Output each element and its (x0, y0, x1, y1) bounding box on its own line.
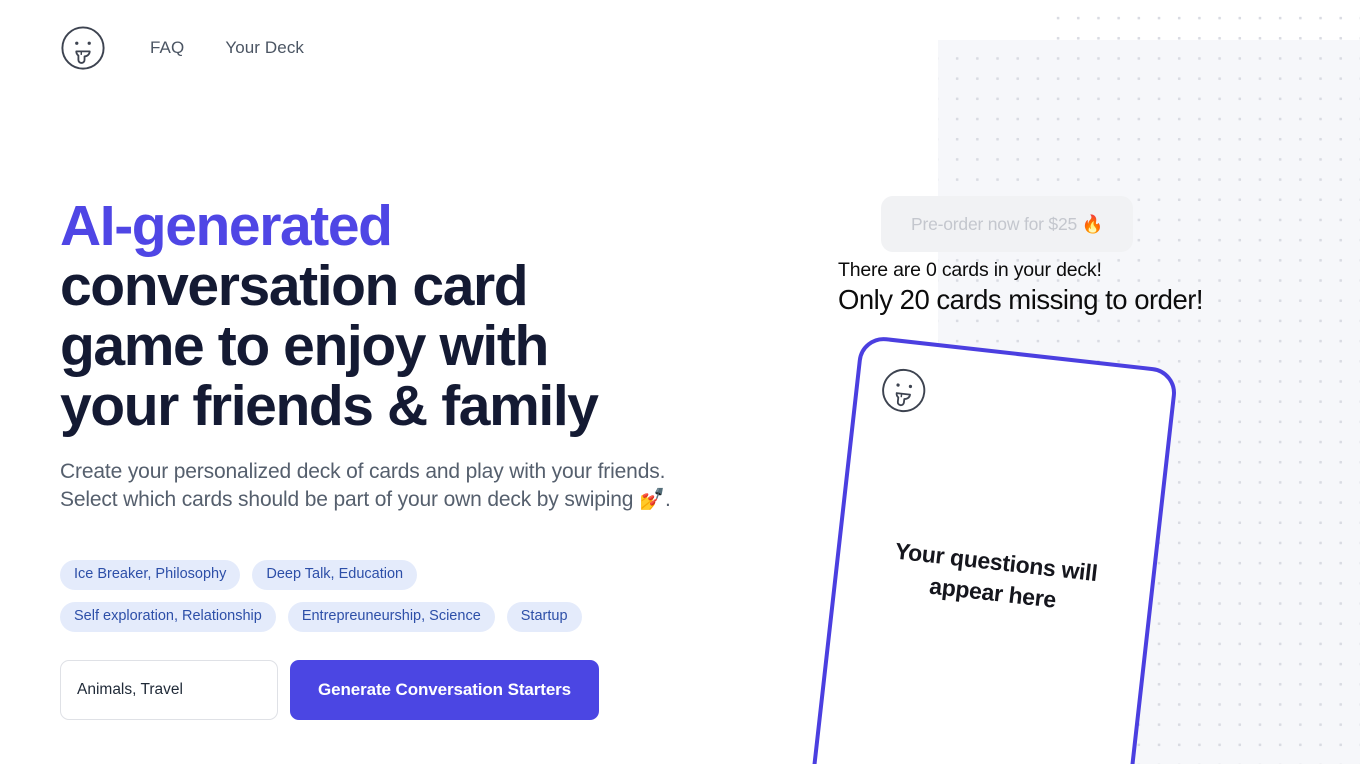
deck-cards-missing-text: Only 20 cards missing to order! (838, 284, 1204, 315)
generator-row: Generate Conversation Starters (60, 660, 680, 720)
main-navigation: FAQ Your Deck (150, 38, 304, 58)
topic-tag[interactable]: Startup (506, 602, 582, 632)
preview-card[interactable]: Your questions will appear here (798, 334, 1179, 764)
headline-rest-text: conversation card game to enjoy with you… (60, 254, 599, 438)
hero-section: AI-generated conversation card game to e… (60, 196, 680, 720)
subhead-line-2: Select which cards should be part of you… (60, 488, 671, 511)
deck-status-section: Pre-order now for $25 🔥 There are 0 card… (838, 196, 1360, 317)
smiley-tongue-icon-top (882, 368, 926, 413)
headline-accent-text: AI-generated (60, 194, 393, 258)
page-title: AI-generated conversation card game to e… (60, 196, 680, 436)
preorder-button[interactable]: Pre-order now for $25 🔥 (881, 196, 1134, 252)
nav-item-faq[interactable]: FAQ (150, 38, 184, 58)
topic-tag[interactable]: Entrepreuneurship, Science (287, 602, 495, 632)
topic-tag-list: Ice Breaker, Philosophy Deep Talk, Educa… (60, 560, 620, 632)
topic-tag[interactable]: Ice Breaker, Philosophy (60, 560, 241, 590)
generate-conversation-starters-button[interactable]: Generate Conversation Starters (290, 660, 600, 720)
site-header: FAQ Your Deck (0, 0, 1360, 96)
topic-tag[interactable]: Self exploration, Relationship (60, 602, 276, 632)
topic-input[interactable] (60, 660, 278, 720)
subhead-line-1: Create your personalized deck of cards a… (60, 460, 666, 483)
nav-item-your-deck[interactable]: Your Deck (225, 38, 304, 58)
card-placeholder-text: Your questions will appear here (893, 537, 1099, 613)
topic-tag[interactable]: Deep Talk, Education (252, 560, 418, 590)
hero-subheadline: Create your personalized deck of cards a… (60, 458, 680, 514)
deck-card-count-text: There are 0 cards in your deck! (838, 259, 1102, 281)
card-preview-mockup: Your questions will appear here (798, 334, 1179, 764)
smiley-tongue-logo-icon[interactable] (60, 25, 106, 71)
